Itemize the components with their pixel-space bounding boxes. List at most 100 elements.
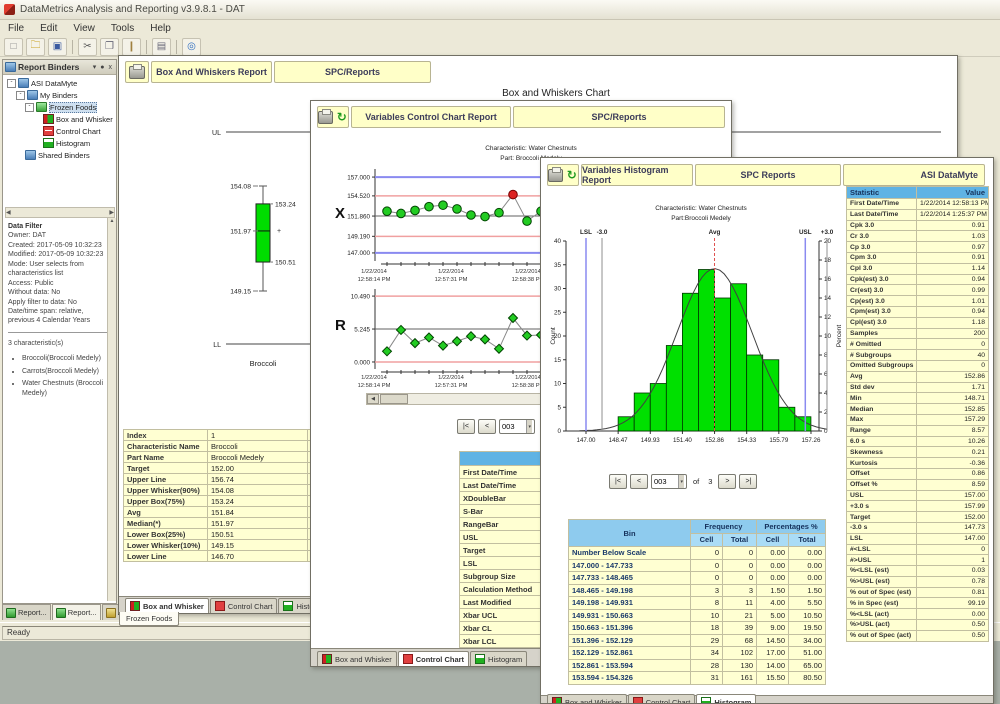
bin-value-cell: 0.00 [789,547,826,560]
stat-name-cell: Cp 3.0 [847,242,917,253]
prev-page-button[interactable]: < [630,474,648,489]
svg-text:157.000: 157.000 [347,174,370,181]
part-line: Part:Broccoli Medely [581,214,821,224]
data-filter-panel: Data FilterOwner: DATCreated: 2017-05-09… [5,218,111,603]
tree-item-shared-binders[interactable]: Shared Binders [5,149,113,161]
bin-value-cell: 34 [691,647,723,660]
dock-tab-report[interactable]: Report... [52,604,101,620]
filter-vscrollbar[interactable]: ▲ [107,218,116,601]
binder-name-cell[interactable]: ASI DataMyte [843,164,985,186]
toolbar-cut-icon[interactable]: ✂ [78,38,97,56]
chart-tab-control-chart[interactable]: Control Chart [398,651,469,666]
page-select[interactable]: 003▾ [651,474,687,489]
stat-value-cell: 1 [208,430,308,441]
stat-value-cell: 154.08 [208,485,308,496]
stat-value-cell: 147.73 [917,522,989,533]
page-select[interactable]: 003▾ [499,419,535,434]
stat-name-cell: # Omitted [847,339,917,350]
svg-text:10.490: 10.490 [351,293,371,300]
title-bar[interactable]: DataMetrics Analysis and Reporting v3.9.… [0,0,1000,20]
data-filter-title: Data Filter [8,222,109,231]
data-filter-line: Date/time span: relative, previous 4 Cal… [8,307,109,326]
first-page-button[interactable]: |< [609,474,627,489]
last-page-button[interactable]: >| [739,474,757,489]
tree-item-box-and-whisker[interactable]: Box and Whisker [5,113,113,125]
tree-item-asi-datamyte[interactable]: -ASI DataMyte [5,77,113,89]
svg-text:Percent: Percent [836,325,843,348]
tree-item-my-binders[interactable]: -My Binders [5,89,113,101]
prev-page-button[interactable]: < [478,419,496,434]
tree-item-frozen-foods[interactable]: -Frozen Foods [5,101,113,113]
desktop: { "colors": { "desktop": "#a9b0a8", "chr… [0,0,1000,702]
close-icon[interactable]: x [107,64,115,71]
table-row: % in Spec (est)99.19 [847,598,989,609]
chart-tab-control-chart[interactable]: Control Chart [210,598,278,613]
document-tab-frozen-foods[interactable]: Frozen Foods [119,612,179,626]
chart-tab-label: Box and Whisker [565,698,622,704]
expander-icon[interactable]: - [25,103,34,112]
scroll-left-icon[interactable]: ◀ [367,394,379,404]
svg-text:149.93: 149.93 [641,437,660,444]
toolbar-new-document-icon[interactable]: □ [4,38,23,56]
report-name-cell[interactable]: Variables Histogram Report [581,164,693,186]
expander-icon[interactable]: - [7,79,16,88]
characteristic-item: Water Chestnuts (Broccoli Medely) [22,379,109,398]
menu-edit[interactable]: Edit [32,21,65,36]
menu-file[interactable]: File [0,21,32,36]
bin-label-cell: 149.931 - 150.663 [569,609,691,622]
chevron-down-icon[interactable]: ▾ [91,63,99,71]
chevron-down-icon[interactable]: ▾ [678,475,684,488]
toolbar-save-icon[interactable]: ▣ [48,38,67,56]
toolbar-globe-icon[interactable]: ◎ [182,38,201,56]
report-category-cell[interactable]: SPC/Reports [274,61,431,83]
expander-icon[interactable]: - [16,91,25,100]
window-toolbar[interactable]: ↻ [317,106,349,128]
chart-tab-histogram[interactable]: Histogram [470,651,527,666]
scroll-thumb[interactable] [380,394,408,404]
dock-tab-report[interactable]: Report... [2,604,51,620]
table-row: Cpm(est) 3.00.94 [847,306,989,317]
toolbar-paste-icon[interactable]: ❙ [122,38,141,56]
chart-tab-control-chart[interactable]: Control Chart [628,694,696,704]
print-button[interactable] [125,61,149,83]
table-row: Range8.57 [847,425,989,436]
stat-name-cell: Max [847,414,917,425]
report-category-cell[interactable]: SPC/Reports [513,106,725,128]
report-name-cell[interactable]: Variables Control Chart Report [351,106,511,128]
chevron-down-icon[interactable]: ▾ [526,420,532,433]
tree-item-histogram[interactable]: Histogram [5,137,113,149]
bin-value-cell: 1.50 [757,584,789,597]
menu-help[interactable]: Help [142,21,179,36]
report-binders-header[interactable]: Report Binders ▾ ● x [3,60,116,75]
toolbar-copy-icon[interactable]: ❐ [100,38,119,56]
table-row: %>USL (act)0.50 [847,620,989,631]
menu-bar: FileEditViewToolsHelp [0,20,1000,38]
bin-value-cell: 130 [723,659,757,672]
tree-item-control-chart[interactable]: Control Chart [5,125,113,137]
chart-tab-box-and-whisker[interactable]: Box and Whisker [547,694,627,704]
tree-hscrollbar[interactable]: ◀▶ [5,207,115,218]
stat-name-cell: Target [847,512,917,523]
boxwhisker-icon [43,114,54,124]
window-toolbar[interactable]: ↻ [547,164,579,186]
histogram-icon [43,138,54,148]
stat-name-cell: Skewness [847,447,917,458]
table-row: # Omitted0 [847,339,989,350]
next-page-button[interactable]: > [718,474,736,489]
binder-green-icon [36,102,47,112]
report-name-cell[interactable]: Box And Whiskers Report [151,61,272,83]
stat-name-cell: %>USL (act) [847,620,917,631]
first-page-button[interactable]: |< [457,419,475,434]
chart-tab-box-and-whisker[interactable]: Box and Whisker [317,651,397,666]
toolbar-print-icon[interactable]: ▤ [152,38,171,56]
menu-view[interactable]: View [65,21,103,36]
chart-tab-histogram[interactable]: Histogram [696,694,756,704]
toolbar-open-folder-icon[interactable]: 🗀 [26,38,45,56]
menu-tools[interactable]: Tools [103,21,142,36]
svg-text:155.79: 155.79 [769,437,788,444]
pin-icon[interactable]: ● [98,64,106,71]
chart-tab-box-and-whisker[interactable]: Box and Whisker [125,598,209,613]
report-category-cell[interactable]: SPC Reports [695,164,841,186]
table-row: % out of Spec (est)0.81 [847,587,989,598]
stat-value-cell: 0.97 [917,242,989,253]
